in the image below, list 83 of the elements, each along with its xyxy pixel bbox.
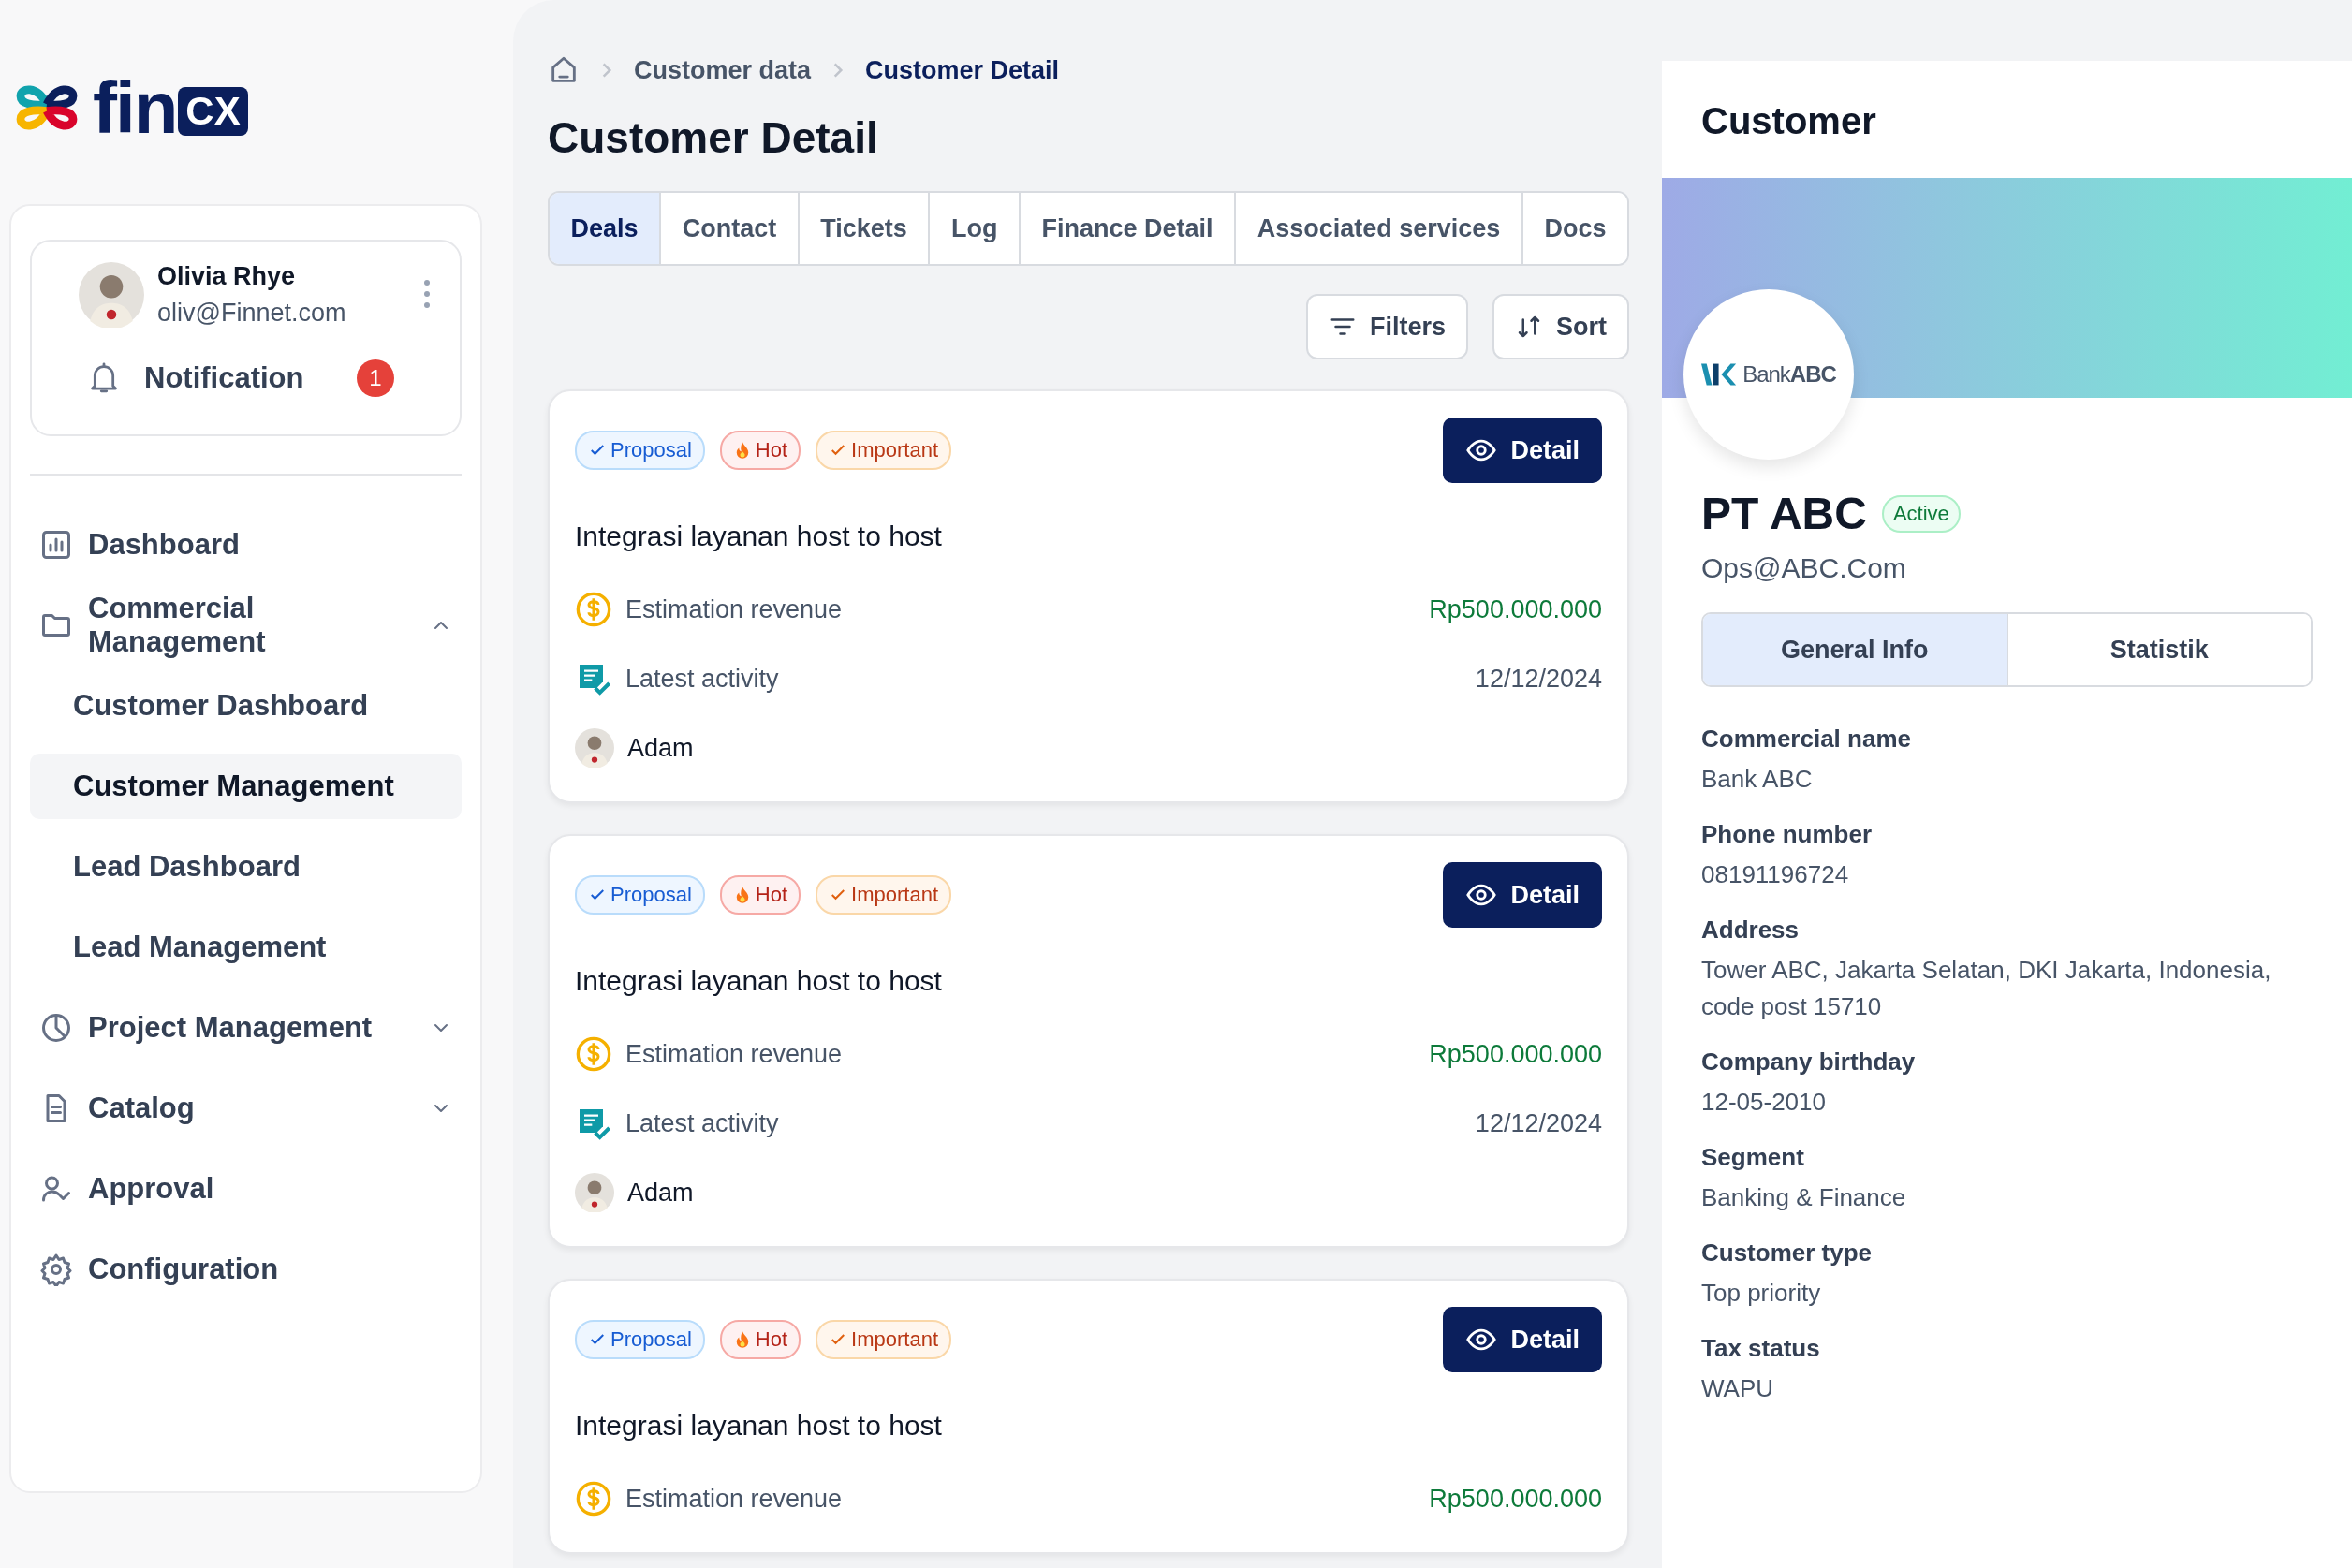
nav-subitem[interactable]: Lead Management (30, 915, 462, 980)
bank-name: BankABC (1742, 361, 1836, 388)
tab[interactable]: General Info (1703, 614, 2007, 685)
detail-button[interactable]: Detail (1443, 418, 1602, 483)
tab[interactable]: Statistik (2006, 614, 2311, 685)
field-label: Commercial name (1701, 725, 1912, 754)
bell-icon (88, 361, 120, 395)
hot-tag: Hot (719, 431, 801, 470)
more-icon[interactable] (422, 279, 432, 309)
deal-title: Integrasi layanan host to host (575, 965, 943, 997)
activity-date: 12/12/2024 (1475, 1108, 1602, 1138)
revenue-amount: Rp500.000.000 (1429, 1039, 1602, 1069)
detail-button[interactable]: Detail (1443, 1307, 1602, 1372)
sort-button[interactable]: Sort (1492, 294, 1629, 359)
nav-item[interactable]: Dashboard (30, 512, 462, 578)
dollar-coin-icon (575, 1035, 612, 1073)
nav-subitem[interactable]: Customer Dashboard (30, 673, 462, 739)
page-title: Customer Detail (548, 112, 879, 163)
field-label: Tax status (1701, 1334, 1821, 1363)
deal-title: Integrasi layanan host to host (575, 520, 943, 552)
activity-date: 12/12/2024 (1475, 664, 1602, 694)
owner-name: Adam (627, 1178, 694, 1208)
important-tag: Important (816, 875, 952, 915)
detail-button[interactable]: Detail (1443, 862, 1602, 928)
field-label: Segment (1701, 1143, 1805, 1172)
dollar-coin-icon (575, 1480, 612, 1517)
tab[interactable]: Deals (550, 193, 662, 264)
field-label: Address (1701, 916, 1801, 945)
deal-title: Integrasi layanan host to host (575, 1410, 943, 1442)
logo-text: fin (93, 71, 177, 144)
field-value: Tower ABC, Jakarta Selatan, DKI Jakarta, Indonesia, code post 15710 (1701, 955, 2272, 1022)
nav-item[interactable]: Project Management (30, 995, 462, 1061)
chevron-right-icon (600, 61, 613, 80)
chevron-right-icon (831, 61, 845, 80)
avatar-icon (575, 728, 614, 768)
field-value: Top priority (1701, 1278, 1822, 1309)
important-tag: Important (816, 1320, 952, 1359)
row-label: Estimation revenue (625, 594, 844, 624)
pie-chart-icon (39, 1011, 73, 1045)
user-name: Olivia Rhye (157, 262, 297, 291)
field-value: Banking & Finance (1701, 1182, 1907, 1213)
user-email: oliv@Finnet.com (157, 299, 347, 328)
avatar-icon (575, 1173, 614, 1212)
notification-badge: 1 (357, 359, 394, 397)
field-label: Phone number (1701, 820, 1873, 849)
revenue-amount: Rp500.000.000 (1429, 594, 1602, 624)
company-email: Ops@ABC.Com (1700, 552, 1907, 584)
nav-subitem[interactable]: Lead Dashboard (30, 834, 462, 900)
nav-item[interactable]: Commercial Management (30, 593, 462, 658)
hot-tag: Hot (719, 1320, 801, 1359)
filter-button[interactable]: Filters (1305, 294, 1468, 359)
owner-name: Adam (627, 733, 694, 763)
nav-item[interactable]: Configuration (30, 1237, 462, 1302)
revenue-amount: Rp500.000.000 (1429, 1484, 1602, 1514)
notification-label[interactable]: Notification (144, 361, 332, 395)
nav-subitem[interactable]: Customer Management (30, 754, 462, 819)
row-label: Estimation revenue (625, 1484, 844, 1514)
panel-title: Customer (1700, 100, 1877, 142)
important-tag: Important (816, 431, 952, 470)
company-name: PT ABC (1701, 488, 1867, 539)
field-value: WAPU (1701, 1373, 1775, 1404)
proposal-tag: Proposal (575, 875, 705, 915)
nav-item[interactable]: Catalog (30, 1076, 462, 1141)
field-value: Bank ABC (1701, 764, 1814, 795)
dollar-coin-icon (575, 591, 612, 628)
breadcrumb-link[interactable]: Customer data (634, 55, 812, 85)
field-value: 08191196724 (1701, 859, 1850, 890)
hot-tag: Hot (719, 875, 801, 915)
row-label: Estimation revenue (625, 1039, 844, 1069)
field-value: 12-05-2010 (1701, 1087, 1827, 1118)
bar-chart-icon (39, 528, 73, 562)
proposal-tag: Proposal (575, 1320, 705, 1359)
row-label: Latest activity (625, 664, 780, 694)
field-label: Company birthday (1701, 1048, 1917, 1077)
nav-item[interactable]: Approval (30, 1156, 462, 1222)
avatar-icon (79, 262, 144, 328)
logo-badge: CX (178, 87, 248, 136)
breadcrumb-link[interactable]: Customer Detail (865, 55, 1060, 85)
settings-icon (39, 1253, 73, 1286)
row-label: Latest activity (625, 1108, 780, 1138)
field-label: Customer type (1701, 1238, 1874, 1268)
status-badge: Active (1881, 494, 1961, 533)
proposal-tag: Proposal (575, 431, 705, 470)
